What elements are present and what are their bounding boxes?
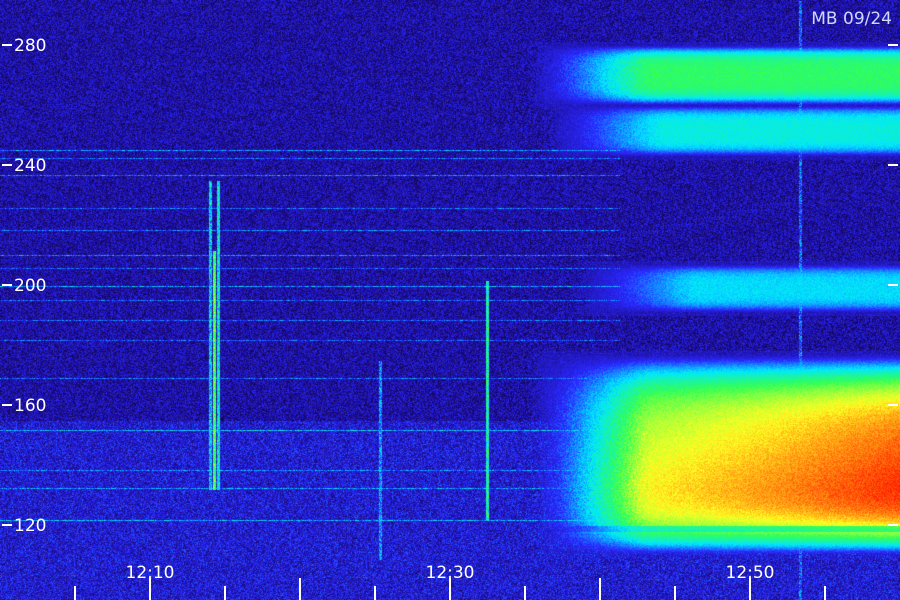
- x-tick-label-1250: 12:50: [726, 563, 775, 583]
- x-axis: 12:10 12:30 12:50: [74, 563, 826, 600]
- x-tick-label-1210: 12:10: [126, 563, 175, 583]
- y-tick-label-280: 280: [14, 36, 46, 56]
- y-tick-label-240: 240: [14, 156, 46, 176]
- axis-overlay: 120 160 200 240 280 12:10 12:30 12:50 MB 09/24: [2, 9, 898, 600]
- spectrogram-chart: 120 160 200 240 280 12:10 12:30 12:50 MB 09/24: [0, 0, 900, 600]
- x-tick-label-1230: 12:30: [426, 563, 475, 583]
- corner-label: MB 09/24: [811, 9, 892, 29]
- y-axis: 120 160 200 240 280: [2, 36, 898, 536]
- y-tick-label-200: 200: [14, 276, 46, 296]
- y-tick-label-120: 120: [14, 516, 46, 536]
- y-tick-label-160: 160: [14, 396, 46, 416]
